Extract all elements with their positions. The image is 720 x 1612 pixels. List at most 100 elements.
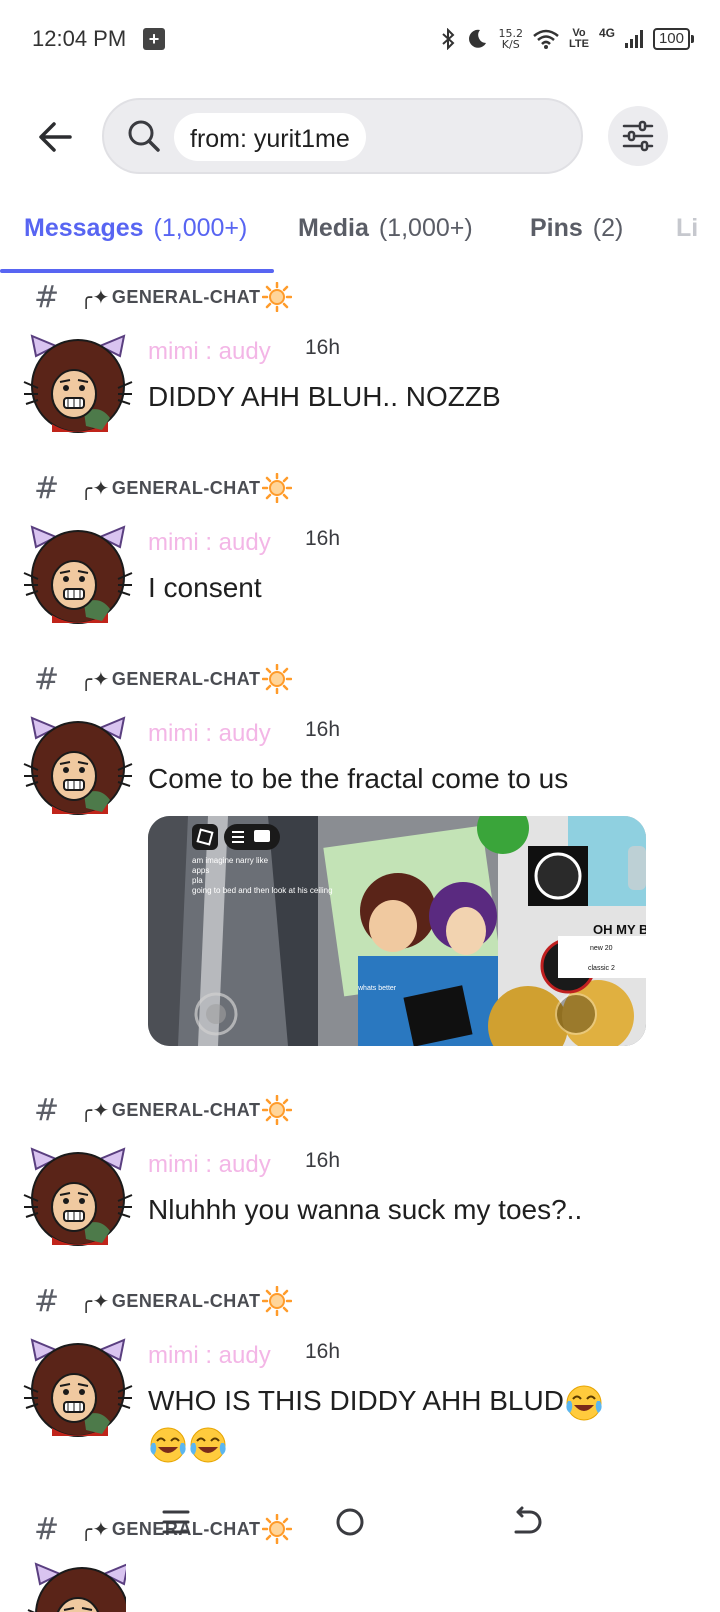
avatar-image bbox=[23, 1339, 133, 1437]
board-text: whats better bbox=[357, 985, 397, 992]
arrow-left-icon bbox=[39, 122, 72, 152]
sparkle-decoration: ╭✦ bbox=[80, 286, 110, 309]
avatar-image bbox=[27, 1563, 126, 1612]
hash-icon: # bbox=[34, 1283, 60, 1319]
sun-emoji-icon bbox=[262, 664, 293, 694]
hash-icon: # bbox=[34, 661, 60, 697]
sign-text: OH MY BR bbox=[593, 922, 646, 937]
avatar[interactable] bbox=[22, 525, 134, 625]
results-tabs: Messages (1,000+) Media (1,000+) Pins (2) L… bbox=[0, 206, 720, 274]
back-button[interactable] bbox=[36, 117, 76, 157]
hash-icon: # bbox=[34, 279, 60, 315]
menu-item: new 20 bbox=[590, 945, 613, 952]
sparkle-decoration: ╭✦ bbox=[80, 1290, 110, 1313]
avatar-image bbox=[23, 335, 133, 433]
avatar[interactable] bbox=[22, 1338, 134, 1438]
wifi-icon bbox=[533, 29, 559, 49]
avatar-image bbox=[23, 717, 133, 815]
author-name[interactable]: mimi : audy bbox=[148, 338, 271, 366]
notification-plus-icon: + bbox=[143, 28, 165, 50]
channel-name-text: GENERAL-CHAT bbox=[111, 1099, 261, 1120]
sparkle-decoration: ╭✦ bbox=[80, 1099, 110, 1122]
sliders-icon bbox=[622, 120, 654, 152]
volte-bottom: LTE bbox=[568, 38, 589, 50]
tab-messages-count: (1,000+) bbox=[153, 214, 248, 242]
hash-icon: # bbox=[34, 470, 60, 506]
search-input[interactable]: from: yurit1me bbox=[102, 98, 583, 174]
avatar[interactable] bbox=[22, 716, 134, 816]
channel-name: ╭✦ GENERAL-CHAT bbox=[80, 473, 293, 503]
sun-emoji-icon bbox=[262, 473, 293, 503]
sparkle-decoration: ╭✦ bbox=[80, 477, 110, 500]
author-name[interactable]: mimi : audy bbox=[148, 1342, 271, 1370]
tab-media-label: Media bbox=[298, 214, 369, 242]
battery-icon: 100 bbox=[652, 28, 695, 50]
avatar-image bbox=[23, 526, 133, 624]
channel-name-text: GENERAL-CHAT bbox=[111, 286, 261, 307]
message-timestamp: 16h bbox=[305, 1149, 341, 1172]
message-text: DIDDY AHH BLUH.. NOZZB bbox=[148, 381, 501, 412]
message-text: I consent bbox=[148, 572, 262, 603]
message-timestamp: 16h bbox=[305, 1340, 341, 1363]
sun-emoji-icon bbox=[262, 282, 293, 312]
author-name[interactable]: mimi : audy bbox=[148, 720, 271, 748]
laughing-crying-emoji-icon bbox=[189, 1427, 227, 1464]
filter-button[interactable] bbox=[608, 106, 668, 166]
home-icon[interactable] bbox=[330, 1502, 370, 1542]
game-chat-line: am imagine narry like bbox=[192, 856, 269, 865]
channel-name: ╭✦ GENERAL-CHAT bbox=[80, 664, 293, 694]
avatar-image bbox=[23, 1148, 133, 1246]
channel-name: ╭✦ GENERAL-CHAT bbox=[80, 282, 293, 312]
avatar[interactable] bbox=[22, 1147, 134, 1247]
sun-emoji-icon bbox=[262, 1286, 293, 1316]
message-text: WHO IS THIS DIDDY AHH BLUD bbox=[148, 1385, 564, 1416]
search-icon bbox=[128, 120, 160, 152]
tab-messages-label: Messages bbox=[24, 214, 144, 242]
author-name[interactable]: mimi : audy bbox=[148, 1151, 271, 1179]
tab-pins-label: Pins bbox=[530, 214, 583, 242]
network-type: 4G bbox=[598, 26, 615, 40]
avatar[interactable] bbox=[26, 1562, 126, 1612]
volte-indicator: Vo LTE bbox=[569, 28, 589, 50]
tab-messages[interactable]: Messages (1,000+) bbox=[24, 214, 247, 243]
image-attachment[interactable]: am imagine narry like apps pla going to … bbox=[148, 816, 646, 1046]
channel-label[interactable]: # ╭✦ GENERAL-CHAT bbox=[34, 661, 293, 697]
speed-unit: K/S bbox=[501, 38, 520, 51]
author-name[interactable]: mimi : audy bbox=[148, 529, 271, 557]
status-bar: 12:04 PM + 15.2 K/S Vo LTE 4G 100 bbox=[0, 0, 720, 80]
bluetooth-icon bbox=[442, 28, 455, 50]
status-time: 12:04 PM bbox=[32, 26, 127, 51]
attachment-image: am imagine narry like apps pla going to … bbox=[148, 816, 646, 1046]
tab-pins[interactable]: Pins (2) bbox=[530, 214, 623, 243]
channel-name: ╭✦ GENERAL-CHAT bbox=[80, 1095, 293, 1125]
channel-label[interactable]: # ╭✦ GENERAL-CHAT bbox=[34, 470, 293, 506]
message-content: WHO IS THIS DIDDY AHH BLUD bbox=[148, 1380, 678, 1465]
tab-media[interactable]: Media (1,000+) bbox=[298, 214, 473, 243]
tab-links-label: Li bbox=[676, 214, 699, 242]
channel-label[interactable]: # ╭✦ GENERAL-CHAT bbox=[34, 1283, 293, 1319]
channel-name-text: GENERAL-CHAT bbox=[111, 477, 261, 498]
back-nav-icon[interactable] bbox=[506, 1502, 546, 1542]
tab-links[interactable]: Li bbox=[676, 214, 698, 243]
system-navigation-bar bbox=[0, 1492, 720, 1552]
message-timestamp: 16h bbox=[305, 718, 341, 741]
avatar[interactable] bbox=[22, 334, 134, 434]
tab-media-count: (1,000+) bbox=[378, 214, 473, 242]
channel-label[interactable]: # ╭✦ GENERAL-CHAT bbox=[34, 1092, 293, 1128]
channel-name-text: GENERAL-CHAT bbox=[111, 668, 261, 689]
channel-label[interactable]: # ╭✦ GENERAL-CHAT bbox=[34, 279, 293, 315]
game-chat-line: going to bed and then look at his ceilin… bbox=[192, 886, 333, 895]
menu-item: classic 2 bbox=[588, 965, 615, 972]
message-timestamp: 16h bbox=[305, 527, 341, 550]
message-timestamp: 16h bbox=[305, 336, 341, 359]
search-filter-chip[interactable]: from: yurit1me bbox=[174, 113, 366, 161]
laughing-crying-emoji-icon bbox=[149, 1427, 187, 1464]
network-speed: 15.2 K/S bbox=[498, 28, 523, 50]
sparkle-decoration: ╭✦ bbox=[80, 668, 110, 691]
game-chat-line: pla bbox=[192, 876, 203, 885]
hash-icon: # bbox=[34, 1092, 60, 1128]
game-chat-line: apps bbox=[192, 866, 209, 875]
message-text: Come to be the fractal come to us bbox=[148, 763, 569, 794]
active-tab-indicator bbox=[0, 269, 274, 273]
recent-apps-icon[interactable] bbox=[156, 1502, 196, 1542]
